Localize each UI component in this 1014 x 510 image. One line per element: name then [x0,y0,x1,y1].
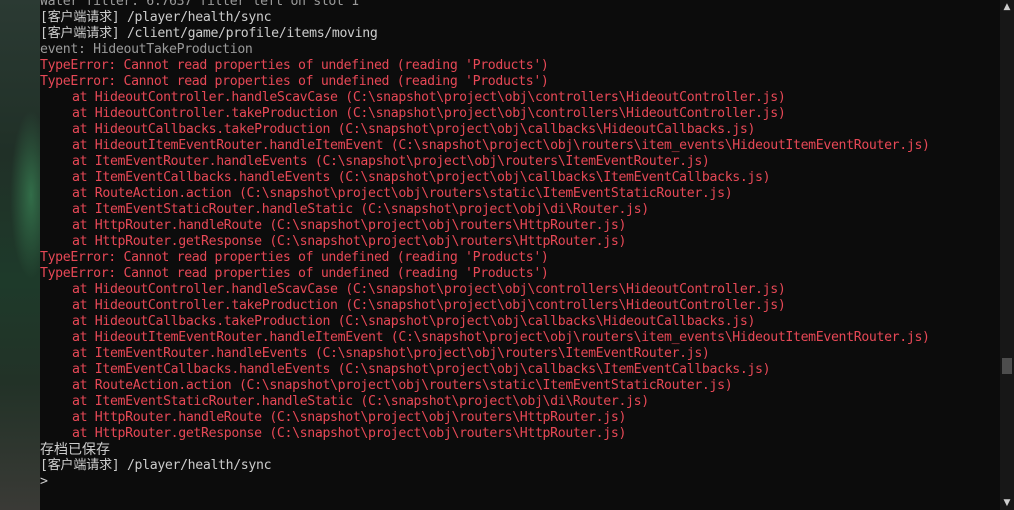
console-line: at ItemEventCallbacks.handleEvents (C:\s… [72,362,771,377]
console-line: at HttpRouter.getResponse (C:\snapshot\p… [72,234,627,249]
console-line: at HideoutController.takeProduction (C:\… [72,106,786,121]
console-line: at ItemEventCallbacks.handleEvents (C:\s… [72,170,771,185]
console-line: at ItemEventStaticRouter.handleStatic (C… [72,394,649,409]
scroll-down-icon[interactable]: ▼ [1000,496,1014,510]
console-line: at HideoutItemEventRouter.handleItemEven… [72,138,930,153]
console-output[interactable]: Water filter: 6.7637 filter left on slot… [40,0,1000,510]
command-prompt[interactable]: > [40,474,1000,490]
console-window: Water filter: 6.7637 filter left on slot… [0,0,1014,510]
console-line: event: HideoutTakeProduction [40,42,253,57]
console-line: [客户端请求] /player/health/sync [40,458,272,473]
console-line: at HideoutController.handleScavCase (C:\… [72,90,786,105]
console-line: at HideoutCallbacks.takeProduction (C:\s… [72,122,756,137]
vertical-scrollbar[interactable]: ▲ ▼ [1000,0,1014,510]
console-line: [客户端请求] /client/game/profile/items/movin… [40,26,378,41]
background-glow [10,110,40,280]
console-line: at HttpRouter.handleRoute (C:\snapshot\p… [72,218,627,233]
console-line: TypeError: Cannot read properties of und… [40,250,549,265]
console-line: at HttpRouter.handleRoute (C:\snapshot\p… [72,410,627,425]
console-line: 存档已保存 [40,442,110,458]
console-line: TypeError: Cannot read properties of und… [40,74,549,89]
scroll-thumb[interactable] [1002,358,1012,374]
console-line: at HideoutController.handleScavCase (C:\… [72,282,786,297]
console-line: [客户端请求] /player/health/sync [40,10,272,25]
console-lines: Water filter: 6.7637 filter left on slot… [40,0,1000,490]
console-line: at HideoutItemEventRouter.handleItemEven… [72,330,930,345]
console-line: at RouteAction.action (C:\snapshot\proje… [72,378,733,393]
console-line: Water filter: 6.7637 filter left on slot… [40,0,359,9]
console-line: at RouteAction.action (C:\snapshot\proje… [72,186,733,201]
console-line: at HideoutCallbacks.takeProduction (C:\s… [72,314,756,329]
console-line: at HideoutController.takeProduction (C:\… [72,298,786,313]
console-line: TypeError: Cannot read properties of und… [40,266,549,281]
console-line: at HttpRouter.getResponse (C:\snapshot\p… [72,426,627,441]
scroll-up-icon[interactable]: ▲ [1000,0,1014,14]
console-line: TypeError: Cannot read properties of und… [40,58,549,73]
console-line: at ItemEventRouter.handleEvents (C:\snap… [72,154,710,169]
console-line: at ItemEventRouter.handleEvents (C:\snap… [72,346,710,361]
console-line: at ItemEventStaticRouter.handleStatic (C… [72,202,649,217]
